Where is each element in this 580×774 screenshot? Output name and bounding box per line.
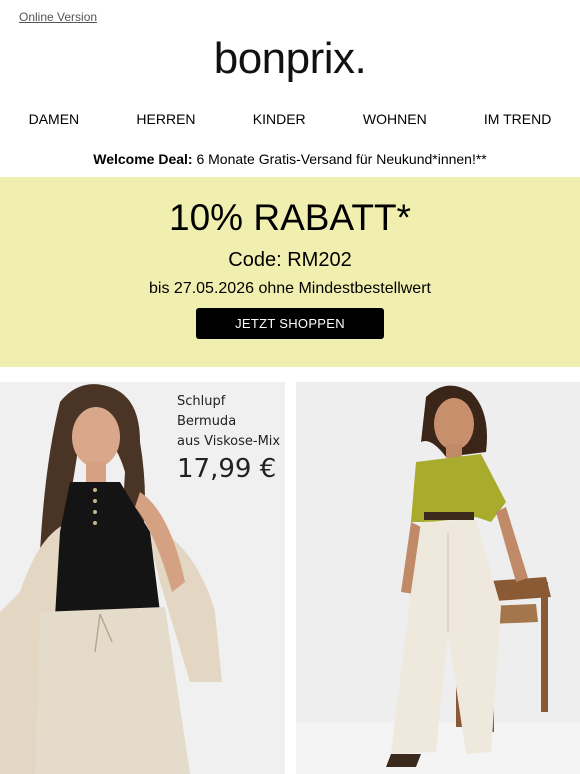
product-name-line1: Schlupf Bermuda (177, 394, 237, 429)
welcome-deal-banner[interactable]: Welcome Deal: 6 Monate Gratis-Versand fü… (0, 151, 580, 167)
welcome-deal-label: Welcome Deal: (93, 151, 193, 167)
bonprix-logo[interactable]: bonprix. (0, 34, 580, 84)
product-photo-woman-green-top (296, 382, 580, 774)
nav-item-wohnen[interactable]: WOHNEN (363, 111, 427, 131)
product-price: 17,99 € (177, 454, 277, 484)
product-name-line2: aus Viskose-Mix (177, 434, 281, 449)
nav-item-im-trend[interactable]: IM TREND (484, 111, 551, 131)
nav-item-damen[interactable]: DAMEN (29, 111, 80, 131)
shop-now-button[interactable]: JETZT SHOPPEN (196, 308, 384, 339)
nav-item-herren[interactable]: HERREN (136, 111, 195, 131)
promo-title: 10% RABATT* (169, 197, 411, 238)
welcome-deal-text: 6 Monate Gratis-Versand für Neukund*inne… (192, 151, 487, 167)
product-info-left: Schlupf Bermuda aus Viskose-Mix 17,99 € (177, 392, 285, 484)
promo-validity: bis 27.05.2026 ohne Mindestbestellwert (149, 280, 431, 297)
product-tile-left[interactable]: Schlupf Bermuda aus Viskose-Mix 17,99 € (0, 382, 285, 774)
promo-code: Code: RM202 (228, 249, 352, 271)
nav-item-kinder[interactable]: KINDER (253, 111, 306, 131)
online-version-link[interactable]: Online Version (19, 10, 97, 24)
promo-banner[interactable]: 10% RABATT* Code: RM202 bis 27.05.2026 o… (0, 177, 580, 367)
product-tile-right[interactable] (296, 382, 580, 774)
main-nav: DAMEN HERREN KINDER WOHNEN IM TREND (0, 111, 580, 131)
